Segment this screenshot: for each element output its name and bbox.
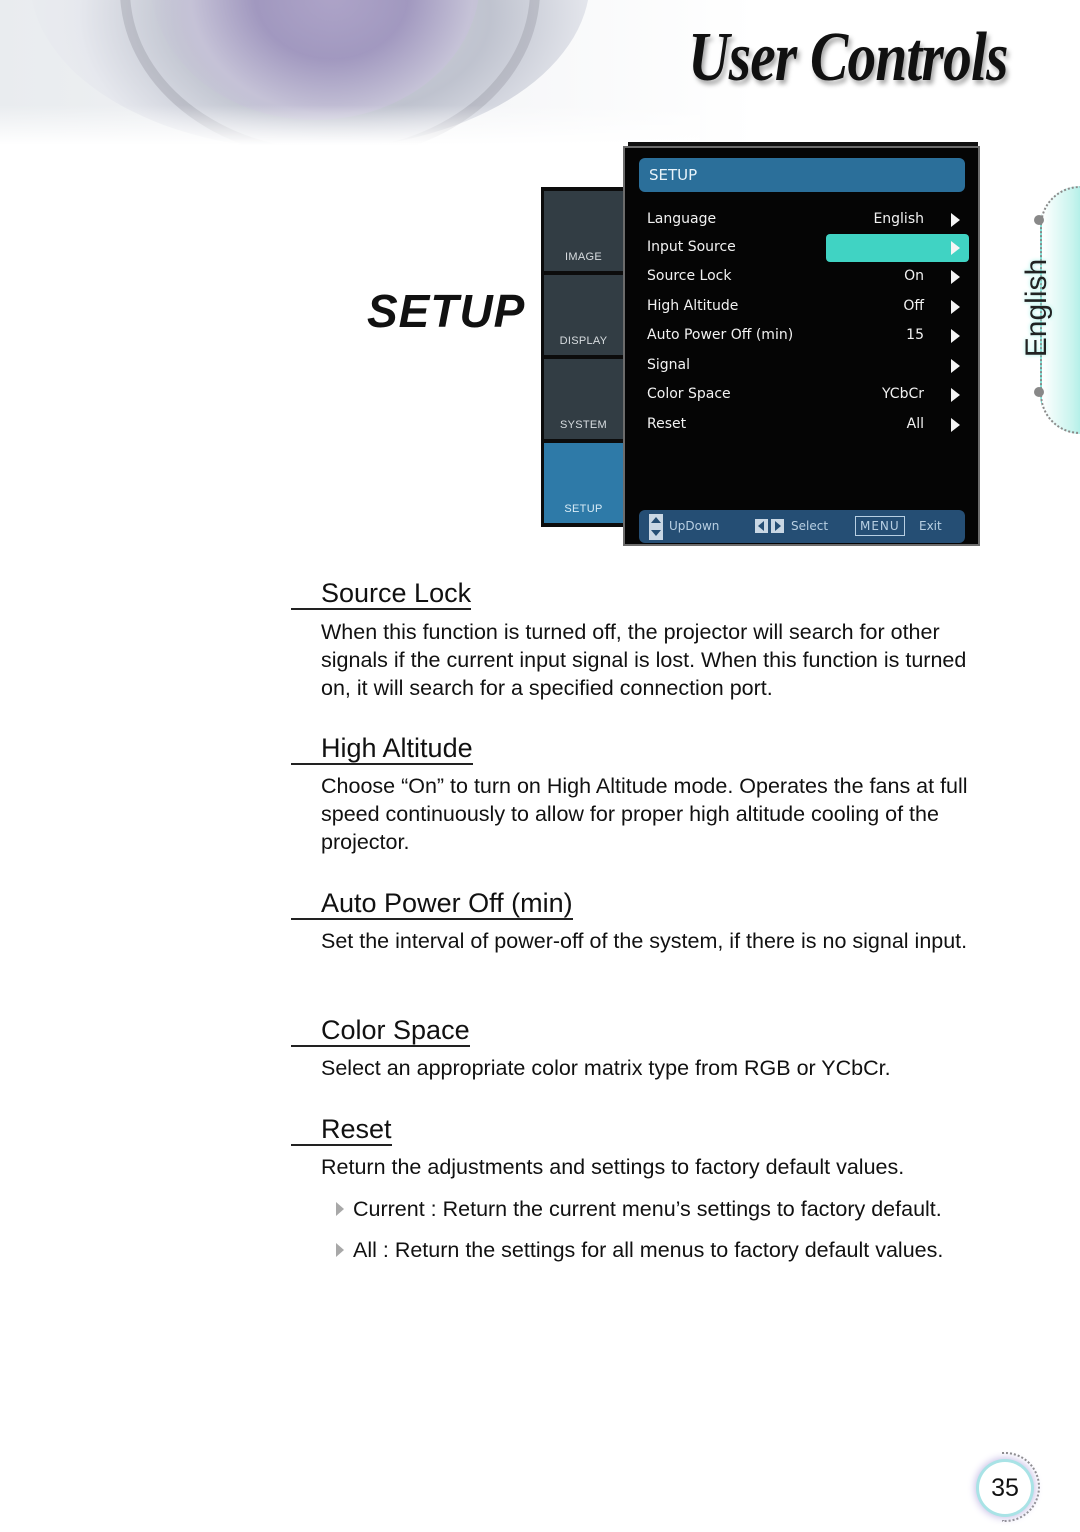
heading-reset: Reset [291,1114,392,1146]
chevron-right-icon [951,213,960,227]
osd-item-label: Signal [647,357,691,373]
osd-tab-label: IMAGE [565,251,602,263]
osd-item-high-altitude[interactable]: High Altitude Off [625,293,980,319]
description-source-lock: When this function is turned off, the pr… [321,620,967,700]
osd-item-label: High Altitude [647,298,739,314]
bullet-text: All : Return the settings for all menus … [353,1238,944,1262]
osd-item-value: Off [903,298,924,314]
osd-item-signal[interactable]: Signal [625,352,980,378]
osd-item-value: 15 [906,327,924,343]
bullet-triangle-icon [336,1202,344,1216]
chevron-right-icon [951,270,960,284]
osd-item-value: YCbCr [882,386,924,402]
osd-item-reset[interactable]: Reset All [625,411,980,437]
heading-high-altitude: High Altitude [291,733,473,765]
osd-item-color-space[interactable]: Color Space YCbCr [625,381,980,407]
osd-item-label: Input Source [647,239,736,255]
chevron-right-icon [951,388,960,402]
osd-tab-setup[interactable]: SETUP [544,443,623,523]
section-title: SETUP [367,285,526,337]
osd-menu-title: SETUP [639,158,965,192]
description-high-altitude: Choose “On” to turn on High Altitude mod… [321,774,968,854]
language-label: English [1020,258,1053,358]
osd-tab-display[interactable]: DISPLAY [544,275,623,355]
osd-item-auto-power-off[interactable]: Auto Power Off (min) 15 [625,322,980,348]
osd-item-language[interactable]: Language English [625,206,980,232]
arrow-left-key-icon [755,519,768,533]
osd-footer-hints: UpDown Select MENU Exit [639,510,965,543]
osd-item-value: English [873,211,924,227]
chevron-right-icon [951,329,960,343]
page-number: 35 [979,1462,1031,1514]
menu-key-icon: MENU [855,516,905,536]
bullet-triangle-icon [336,1243,344,1257]
osd-item-label: Reset [647,416,687,432]
description-auto-power-off: Set the interval of power-off of the sys… [321,929,968,953]
osd-menu-panel: SETUP Language English Input Source Sour… [623,146,980,546]
description-color-space: Select an appropriate color matrix type … [321,1056,891,1080]
arrow-up-key-icon [649,514,663,527]
heading-auto-power-off: Auto Power Off (min) [291,888,573,920]
osd-item-value: On [904,268,924,284]
chapter-title: User Controls [688,19,1009,96]
chevron-right-icon [951,300,960,314]
bullet-item: All : Return the settings for all menus … [335,1236,943,1264]
heading-color-space: Color Space [291,1015,470,1047]
select-hint: Select [791,519,829,533]
chevron-right-icon [951,418,960,432]
heading-source-lock: Source Lock [291,578,472,610]
osd-item-label: Auto Power Off (min) [647,327,794,343]
osd-item-source-lock[interactable]: Source Lock On [625,263,980,289]
updown-hint: UpDown [669,519,720,533]
osd-tab-system[interactable]: SYSTEM [544,359,623,439]
osd-tab-label: SETUP [564,503,603,515]
exit-hint: Exit [919,519,942,533]
osd-item-input-source[interactable]: Input Source [625,234,980,262]
osd-tab-label: DISPLAY [559,335,608,347]
osd-item-label: Source Lock [647,268,732,284]
osd-selection-highlight [826,234,969,262]
bullet-text: Current : Return the current menu’s sett… [353,1197,942,1221]
arrow-right-key-icon [771,519,784,533]
osd-item-label: Language [647,211,717,227]
chevron-right-icon [951,241,960,255]
bullet-item: Current : Return the current menu’s sett… [335,1195,942,1223]
osd-item-label: Color Space [647,386,731,402]
description-reset: Return the adjustments and settings to f… [321,1155,905,1179]
osd-tab-column: IMAGE DISPLAY SYSTEM SETUP [541,187,625,527]
arrow-down-key-icon [649,527,663,540]
osd-tab-image[interactable]: IMAGE [544,191,623,271]
osd-tab-label: SYSTEM [559,419,608,431]
osd-item-value: All [906,416,924,432]
chevron-right-icon [951,359,960,373]
banner-fade [0,105,700,145]
header-banner: User Controls [0,0,1080,145]
